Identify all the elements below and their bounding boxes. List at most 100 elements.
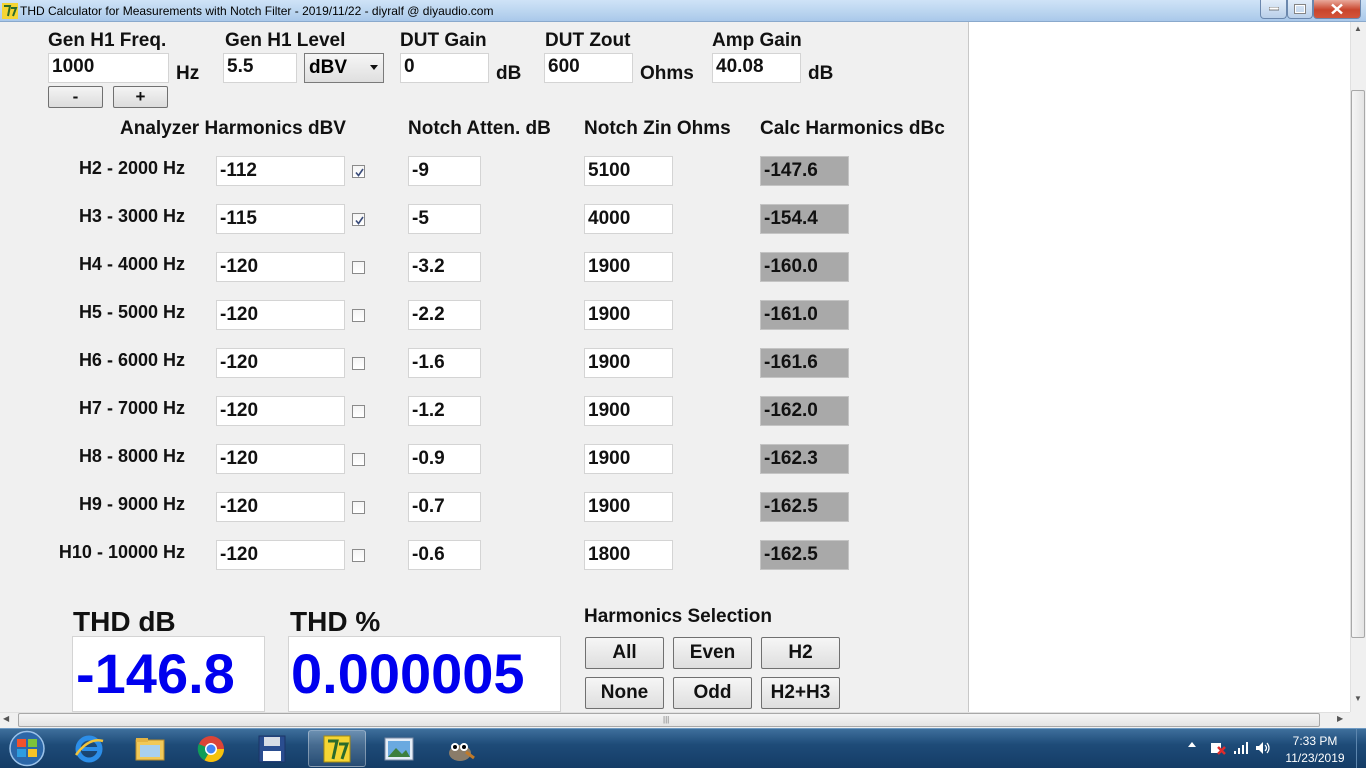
analyzer-input-h3[interactable]: -115 bbox=[216, 204, 345, 234]
taskbar-image-viewer[interactable] bbox=[370, 730, 428, 767]
level-unit-selected: dBV bbox=[309, 57, 347, 78]
analyzer-input-h9[interactable]: -120 bbox=[216, 492, 345, 522]
analyzer-input-h6[interactable]: -120 bbox=[216, 348, 345, 378]
taskbar-ie[interactable] bbox=[60, 730, 118, 767]
notch-atten-input-h10[interactable]: -0.6 bbox=[408, 540, 481, 570]
gen-freq-label: Gen H1 Freq. bbox=[48, 30, 167, 51]
analyzer-input-h5[interactable]: -120 bbox=[216, 300, 345, 330]
calc-output-h5: -161.0 bbox=[760, 300, 849, 330]
select-h2-button[interactable]: H2 bbox=[761, 637, 840, 669]
notch-zin-input-h7[interactable]: 1900 bbox=[584, 396, 673, 426]
vertical-scroll-thumb[interactable] bbox=[1351, 90, 1365, 638]
title-bar[interactable]: THD Calculator for Measurements with Not… bbox=[0, 0, 1366, 22]
close-button[interactable] bbox=[1313, 0, 1361, 19]
thd-pct-value: 0.000005 bbox=[291, 642, 525, 705]
action-center-icon[interactable] bbox=[1210, 741, 1226, 755]
amp-gain-input[interactable]: 40.08 bbox=[712, 53, 801, 83]
notch-atten-input-h8[interactable]: -0.9 bbox=[408, 444, 481, 474]
taskbar-chrome[interactable] bbox=[182, 730, 240, 767]
analyzer-input-h4[interactable]: -120 bbox=[216, 252, 345, 282]
windows-logo-icon bbox=[9, 730, 45, 767]
scrollbar-corner bbox=[1350, 712, 1366, 728]
analyzer-input-h2[interactable]: -112 bbox=[216, 156, 345, 186]
amp-gain-unit: dB bbox=[808, 63, 834, 84]
thd-db-label: THD dB bbox=[73, 606, 176, 637]
include-checkbox-h2[interactable] bbox=[352, 165, 365, 178]
gen-freq-input[interactable]: 1000 bbox=[48, 53, 169, 83]
notch-zin-input-h2[interactable]: 5100 bbox=[584, 156, 673, 186]
scroll-up-arrow-icon[interactable]: ▲ bbox=[1352, 24, 1364, 38]
harmonics-selection-title: Harmonics Selection bbox=[584, 606, 772, 627]
notch-zin-input-h6[interactable]: 1900 bbox=[584, 348, 673, 378]
scroll-left-arrow-icon[interactable]: ◀ bbox=[3, 714, 9, 723]
clock-time[interactable]: 7:33 PM bbox=[1278, 734, 1352, 748]
harmonic-label: H6 - 6000 Hz bbox=[78, 350, 185, 370]
select-even-button[interactable]: Even bbox=[673, 637, 752, 669]
freq-decrement-button[interactable]: - bbox=[48, 86, 103, 108]
include-checkbox-h4[interactable] bbox=[352, 261, 365, 274]
select-none-button[interactable]: None bbox=[585, 677, 664, 709]
notch-atten-header: Notch Atten. dB bbox=[408, 118, 551, 139]
show-desktop-button[interactable] bbox=[1356, 729, 1366, 768]
volume-icon[interactable] bbox=[1255, 741, 1271, 755]
include-checkbox-h3[interactable] bbox=[352, 213, 365, 226]
app-root: THD Calculator for Measurements with Not… bbox=[0, 0, 1366, 768]
dut-gain-label: DUT Gain bbox=[400, 30, 487, 51]
notch-atten-input-h6[interactable]: -1.6 bbox=[408, 348, 481, 378]
notch-zin-input-h4[interactable]: 1900 bbox=[584, 252, 673, 282]
notch-atten-input-h2[interactable]: -9 bbox=[408, 156, 481, 186]
floppy-disk-icon bbox=[258, 735, 286, 762]
select-all-button[interactable]: All bbox=[585, 637, 664, 669]
chevron-down-icon bbox=[370, 65, 378, 70]
calc-output-h8: -162.3 bbox=[760, 444, 849, 474]
taskbar-save-app[interactable] bbox=[243, 730, 301, 767]
thd-db-value: -146.8 bbox=[76, 642, 235, 705]
notch-atten-input-h3[interactable]: -5 bbox=[408, 204, 481, 234]
freq-increment-button[interactable]: + bbox=[113, 86, 168, 108]
maximize-button[interactable] bbox=[1287, 0, 1313, 19]
analyzer-input-h10[interactable]: -120 bbox=[216, 540, 345, 570]
notch-zin-input-h3[interactable]: 4000 bbox=[584, 204, 673, 234]
network-signal-icon[interactable] bbox=[1233, 742, 1249, 754]
notch-atten-input-h5[interactable]: -2.2 bbox=[408, 300, 481, 330]
taskbar-thd-calculator[interactable] bbox=[308, 730, 366, 767]
notch-atten-input-h9[interactable]: -0.7 bbox=[408, 492, 481, 522]
harmonic-label: H7 - 7000 Hz bbox=[78, 398, 185, 418]
select-odd-button[interactable]: Odd bbox=[673, 677, 752, 709]
taskbar-explorer[interactable] bbox=[121, 730, 179, 767]
notch-atten-input-h7[interactable]: -1.2 bbox=[408, 396, 481, 426]
notch-zin-input-h8[interactable]: 1900 bbox=[584, 444, 673, 474]
show-hidden-icons-chevron-icon[interactable] bbox=[1188, 742, 1196, 747]
include-checkbox-h7[interactable] bbox=[352, 405, 365, 418]
harmonic-label: H8 - 8000 Hz bbox=[78, 446, 185, 466]
gen-level-input[interactable]: 5.5 bbox=[223, 53, 297, 83]
analyzer-input-h8[interactable]: -120 bbox=[216, 444, 345, 474]
include-checkbox-h8[interactable] bbox=[352, 453, 365, 466]
start-button[interactable] bbox=[2, 729, 52, 768]
scroll-right-arrow-icon[interactable]: ▶ bbox=[1337, 714, 1343, 723]
notch-atten-input-h4[interactable]: -3.2 bbox=[408, 252, 481, 282]
harmonic-label: H10 - 10000 Hz bbox=[58, 542, 185, 562]
harmonic-label: H9 - 9000 Hz bbox=[78, 494, 185, 514]
amp-gain-label: Amp Gain bbox=[712, 30, 802, 51]
include-checkbox-h10[interactable] bbox=[352, 549, 365, 562]
dut-gain-input[interactable]: 0 bbox=[400, 53, 489, 83]
dut-zout-label: DUT Zout bbox=[545, 30, 631, 51]
harmonic-label: H2 - 2000 Hz bbox=[78, 158, 185, 178]
dut-gain-unit: dB bbox=[496, 63, 522, 84]
dut-zout-input[interactable]: 600 bbox=[544, 53, 633, 83]
thd-app-icon bbox=[323, 735, 351, 762]
include-checkbox-h5[interactable] bbox=[352, 309, 365, 322]
harmonic-label: H5 - 5000 Hz bbox=[78, 302, 185, 322]
notch-zin-input-h10[interactable]: 1800 bbox=[584, 540, 673, 570]
minimize-button[interactable] bbox=[1260, 0, 1287, 19]
include-checkbox-h9[interactable] bbox=[352, 501, 365, 514]
analyzer-input-h7[interactable]: -120 bbox=[216, 396, 345, 426]
notch-zin-input-h9[interactable]: 1900 bbox=[584, 492, 673, 522]
clock-date[interactable]: 11/23/2019 bbox=[1278, 751, 1352, 765]
taskbar-gimp[interactable] bbox=[431, 730, 489, 767]
include-checkbox-h6[interactable] bbox=[352, 357, 365, 370]
select-h2h3-button[interactable]: H2+H3 bbox=[761, 677, 840, 709]
notch-zin-input-h5[interactable]: 1900 bbox=[584, 300, 673, 330]
scroll-down-arrow-icon[interactable]: ▼ bbox=[1352, 694, 1364, 708]
